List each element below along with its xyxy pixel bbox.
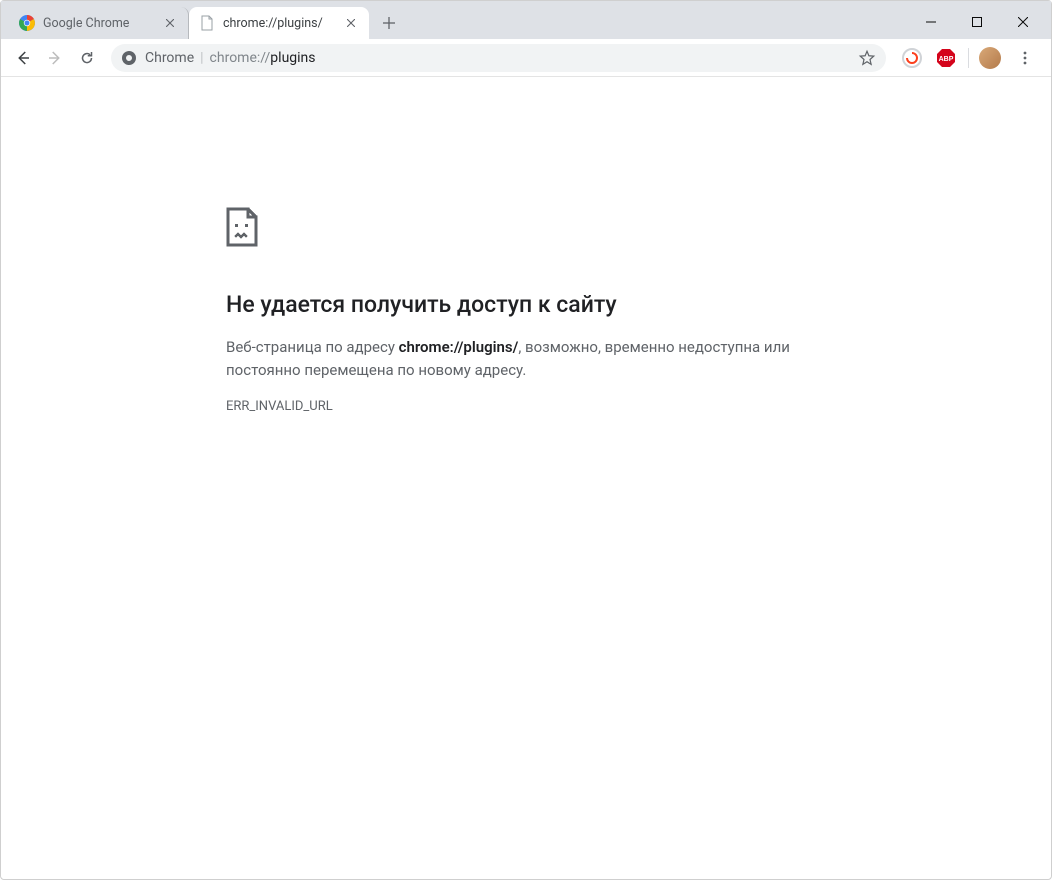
abp-extension-icon[interactable]: ABP xyxy=(934,46,958,70)
page-content: Не удается получить доступ к сайту Веб-с… xyxy=(1,77,1051,879)
security-chrome-icon xyxy=(121,50,137,66)
reload-button[interactable] xyxy=(73,44,101,72)
back-button[interactable] xyxy=(9,44,37,72)
new-tab-button[interactable] xyxy=(375,9,403,37)
close-window-button[interactable] xyxy=(1000,6,1046,38)
error-description: Веб-страница по адресу chrome://plugins/… xyxy=(226,336,846,381)
close-tab-button[interactable] xyxy=(162,15,178,31)
tab-title: chrome://plugins/ xyxy=(223,16,337,31)
yandex-extension-icon[interactable] xyxy=(900,46,924,70)
address-bar[interactable]: Chrome | chrome://plugins xyxy=(111,44,886,72)
tabstrip: Google Chrome chrome://plugins/ xyxy=(1,1,1051,39)
browser-window: Google Chrome chrome://plugins/ xyxy=(0,0,1052,880)
window-controls xyxy=(908,6,1046,38)
maximize-button[interactable] xyxy=(954,6,1000,38)
extension-icons: ABP xyxy=(896,44,1043,72)
tab-title: Google Chrome xyxy=(43,16,156,31)
sad-document-icon xyxy=(226,207,846,251)
error-title: Не удается получить доступ к сайту xyxy=(226,291,846,318)
address-divider: | xyxy=(200,50,203,66)
toolbar-divider xyxy=(968,48,969,68)
error-page: Не удается получить доступ к сайту Веб-с… xyxy=(226,207,846,414)
tab-plugins[interactable]: chrome://plugins/ xyxy=(189,7,369,39)
profile-avatar[interactable] xyxy=(979,47,1001,69)
page-favicon-icon xyxy=(199,15,215,31)
tab-google-chrome[interactable]: Google Chrome xyxy=(9,7,189,39)
close-tab-button[interactable] xyxy=(343,15,359,31)
scheme-label: Chrome xyxy=(145,50,194,66)
url-text: chrome://plugins xyxy=(210,50,316,66)
chrome-favicon-icon xyxy=(19,15,35,31)
minimize-button[interactable] xyxy=(908,6,954,38)
toolbar: Chrome | chrome://plugins ABP xyxy=(1,39,1051,77)
chrome-menu-button[interactable] xyxy=(1011,44,1039,72)
bookmark-star-icon[interactable] xyxy=(858,49,876,67)
error-code: ERR_INVALID_URL xyxy=(226,399,846,414)
svg-text:ABP: ABP xyxy=(939,56,954,63)
forward-button[interactable] xyxy=(41,44,69,72)
